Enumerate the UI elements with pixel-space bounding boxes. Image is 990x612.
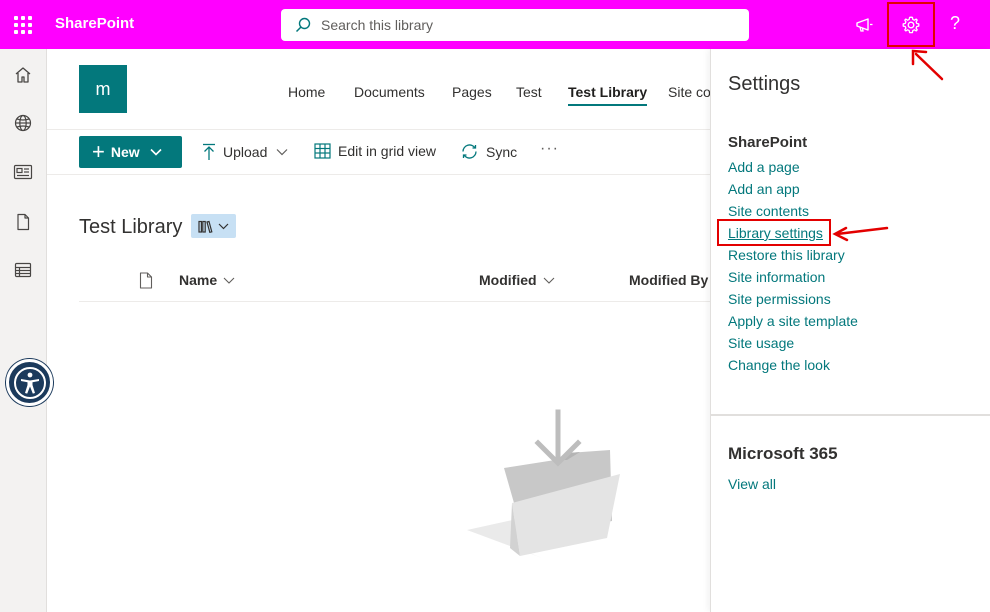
app-name[interactable]: SharePoint	[55, 15, 134, 32]
restore-library-link[interactable]: Restore this library	[728, 247, 845, 263]
library-settings-highlight	[717, 219, 831, 246]
change-the-look-link[interactable]: Change the look	[728, 357, 830, 373]
search-input[interactable]	[321, 17, 721, 33]
view-all-link[interactable]: View all	[728, 476, 776, 492]
view-options-button[interactable]	[191, 214, 236, 238]
upload-icon	[203, 143, 215, 160]
chevron-down-icon	[218, 223, 229, 229]
top-bar: SharePoint ?	[0, 0, 990, 49]
settings-button[interactable]	[887, 2, 935, 47]
library-title: Test Library	[79, 216, 183, 238]
sharepoint-section-title: SharePoint	[728, 134, 808, 151]
microsoft-365-section-title: Microsoft 365	[728, 444, 838, 463]
globe-icon[interactable]	[12, 112, 34, 134]
search-icon	[295, 17, 311, 33]
site-contents-link[interactable]: Site contents	[728, 203, 809, 219]
megaphone-icon[interactable]	[851, 12, 877, 38]
nav-documents[interactable]: Documents	[354, 84, 425, 100]
nav-site-contents[interactable]: Site co	[668, 84, 711, 100]
column-modified-label: Modified	[479, 272, 537, 288]
sync-button[interactable]: Sync	[460, 143, 517, 160]
new-button[interactable]: + New	[79, 136, 182, 168]
library-view-icon	[198, 220, 213, 233]
grid-icon	[314, 143, 331, 159]
site-logo[interactable]: m	[79, 65, 127, 113]
document-icon[interactable]	[12, 211, 34, 233]
settings-panel: Settings SharePoint Add a page Add an ap…	[710, 49, 990, 612]
column-modified-by-label: Modified By	[629, 272, 709, 288]
add-a-page-link[interactable]: Add a page	[728, 159, 800, 175]
header-divider	[47, 129, 710, 130]
sync-icon	[462, 144, 477, 159]
nav-test-library[interactable]: Test Library	[568, 84, 648, 106]
upload-label: Upload	[223, 144, 268, 160]
column-header-modified[interactable]: Modified	[479, 272, 555, 288]
site-permissions-link[interactable]: Site permissions	[728, 291, 831, 307]
more-options-icon[interactable]: ···	[540, 140, 559, 158]
empty-folder-illustration	[467, 409, 620, 558]
waffle-icon[interactable]	[14, 16, 32, 34]
column-name-label: Name	[179, 272, 218, 288]
add-an-app-link[interactable]: Add an app	[728, 181, 800, 197]
site-information-link[interactable]: Site information	[728, 269, 825, 285]
gear-icon	[902, 16, 920, 33]
chevron-down-icon	[543, 277, 554, 284]
column-header-name[interactable]: Name	[179, 272, 235, 288]
chevron-down-icon	[150, 148, 162, 156]
nav-pages[interactable]: Pages	[452, 84, 492, 100]
settings-title: Settings	[728, 73, 801, 95]
settings-divider	[711, 414, 990, 416]
sync-label: Sync	[486, 143, 518, 160]
chevron-down-icon	[276, 149, 288, 156]
site-usage-link[interactable]: Site usage	[728, 335, 794, 351]
edit-grid-button[interactable]: Edit in grid view	[314, 143, 436, 159]
new-label: New	[110, 144, 140, 160]
apply-site-template-link[interactable]: Apply a site template	[728, 313, 858, 329]
file-type-column-icon[interactable]	[139, 272, 153, 289]
column-header-modified-by[interactable]: Modified By	[629, 272, 708, 288]
column-header-divider	[79, 301, 710, 302]
accessibility-icon[interactable]	[6, 359, 53, 406]
list-icon[interactable]	[12, 259, 34, 281]
plus-icon: +	[92, 139, 105, 164]
nav-home[interactable]: Home	[288, 84, 325, 100]
search-box[interactable]	[281, 9, 749, 41]
home-icon[interactable]	[12, 64, 34, 86]
commandbar-divider	[47, 174, 710, 175]
upload-button[interactable]: Upload	[202, 143, 288, 161]
app-bar	[0, 49, 53, 612]
edit-grid-label: Edit in grid view	[338, 143, 437, 159]
news-icon[interactable]	[12, 161, 34, 183]
help-icon[interactable]: ?	[950, 13, 960, 34]
chevron-down-icon	[223, 277, 235, 284]
nav-test[interactable]: Test	[516, 84, 542, 100]
